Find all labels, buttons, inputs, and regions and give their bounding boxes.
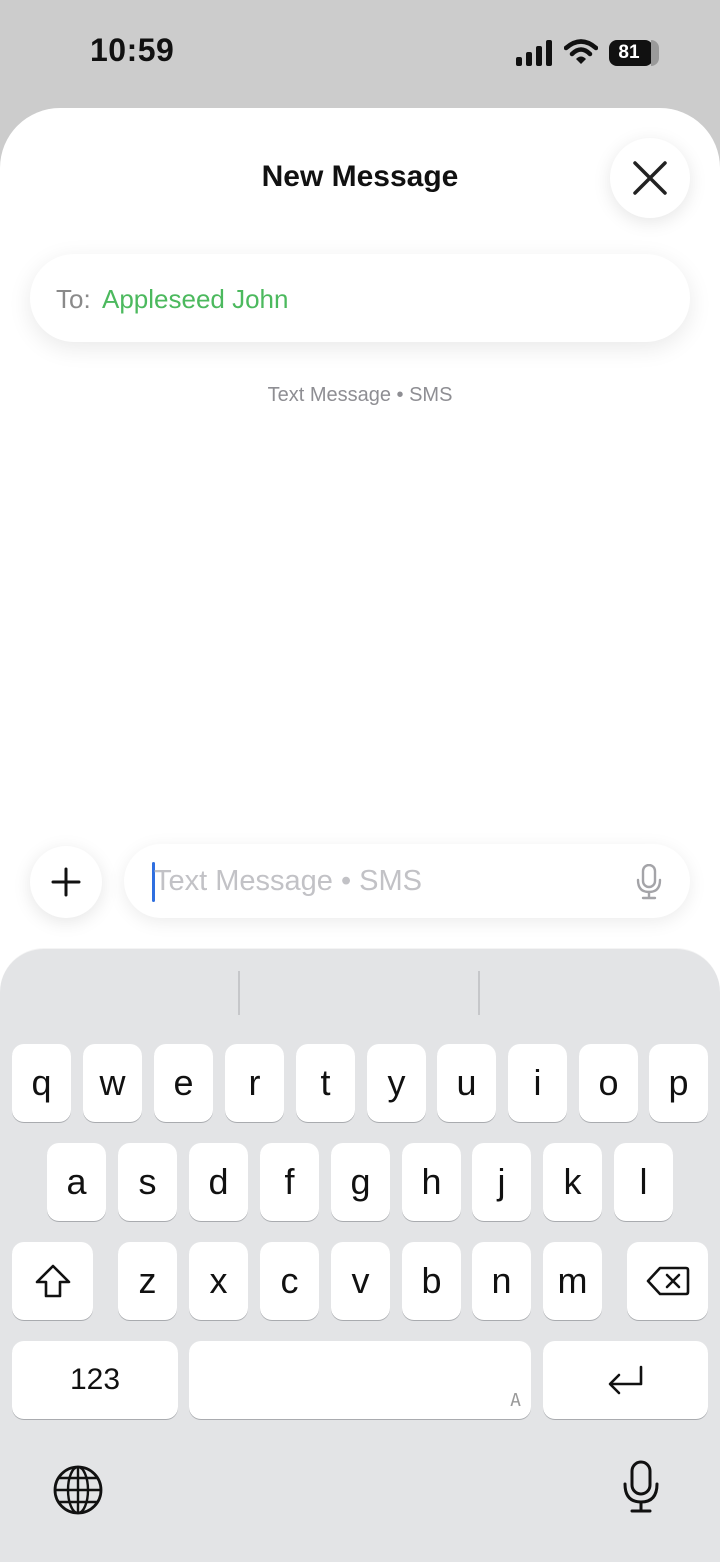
key-i[interactable]: i (508, 1044, 567, 1122)
recipient-field[interactable]: To: Appleseed John (30, 254, 690, 342)
return-icon (608, 1365, 642, 1395)
plus-icon (51, 867, 81, 897)
key-w[interactable]: w (83, 1044, 142, 1122)
suggestion-divider (478, 971, 480, 1015)
suggestion-divider (238, 971, 240, 1015)
key-f[interactable]: f (260, 1143, 319, 1221)
close-icon (633, 161, 667, 195)
key-x[interactable]: x (189, 1242, 248, 1320)
key-g[interactable]: g (331, 1143, 390, 1221)
key-b[interactable]: b (402, 1242, 461, 1320)
key-k[interactable]: k (543, 1143, 602, 1221)
key-o[interactable]: o (579, 1044, 638, 1122)
delete-backspace-icon (646, 1266, 689, 1296)
key-y[interactable]: y (367, 1044, 426, 1122)
delete-key[interactable] (627, 1242, 708, 1320)
shift-icon (35, 1264, 70, 1298)
key-l[interactable]: l (614, 1143, 673, 1221)
globe-icon[interactable] (52, 1464, 104, 1516)
message-input-placeholder: Text Message • SMS (154, 865, 423, 897)
add-attachment-button[interactable] (30, 846, 102, 918)
key-d[interactable]: d (189, 1143, 248, 1221)
close-button[interactable] (610, 138, 690, 218)
recipient-name[interactable]: Appleseed John (102, 284, 288, 315)
key-e[interactable]: e (154, 1044, 213, 1122)
key-t[interactable]: t (296, 1044, 355, 1122)
return-key[interactable] (543, 1341, 708, 1419)
microphone-icon[interactable] (636, 864, 662, 900)
signal-bars-icon (516, 40, 552, 66)
shift-key[interactable] (12, 1242, 93, 1320)
key-p[interactable]: p (649, 1044, 708, 1122)
keyboard: q w e r t y u i o p a s d f g h j k l z … (0, 948, 720, 1562)
battery-level: 81 (618, 42, 640, 63)
key-r[interactable]: r (225, 1044, 284, 1122)
space-bar[interactable]: A (189, 1341, 531, 1419)
key-h[interactable]: h (402, 1143, 461, 1221)
key-j[interactable]: j (472, 1143, 531, 1221)
service-caption: Text Message • SMS (267, 384, 453, 406)
key-q[interactable]: q (12, 1044, 71, 1122)
key-v[interactable]: v (331, 1242, 390, 1320)
status-bar: 10:59 81 (0, 0, 720, 108)
status-time: 10:59 (90, 32, 175, 68)
to-label: To: (56, 284, 91, 314)
space-language-indicator: A (510, 1390, 521, 1411)
wifi-icon (564, 39, 598, 64)
key-n[interactable]: n (472, 1242, 531, 1320)
battery-indicator: 81 (609, 40, 659, 66)
dictation-microphone-icon[interactable] (622, 1460, 660, 1514)
numbers-key[interactable]: 123 (12, 1341, 178, 1419)
key-c[interactable]: c (260, 1242, 319, 1320)
key-u[interactable]: u (437, 1044, 496, 1122)
key-a[interactable]: a (47, 1143, 106, 1221)
key-z[interactable]: z (118, 1242, 177, 1320)
key-s[interactable]: s (118, 1143, 177, 1221)
message-input[interactable]: Text Message • SMS (124, 844, 690, 918)
key-m[interactable]: m (543, 1242, 602, 1320)
